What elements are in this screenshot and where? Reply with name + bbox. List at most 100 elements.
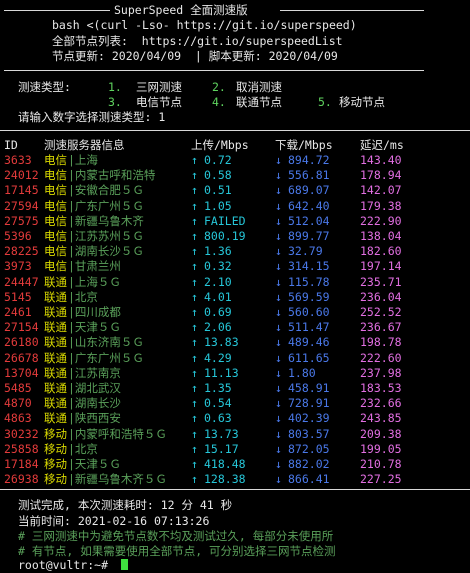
menu-option-number: 2.	[212, 80, 226, 94]
row-upload: 13.83	[204, 335, 239, 349]
row-download: 899.77	[288, 229, 330, 243]
upload-arrow-icon: ↑	[191, 366, 198, 380]
upload-arrow-icon: ↑	[191, 290, 198, 304]
row-latency: 243.85	[360, 411, 402, 425]
row-id: 4870	[4, 396, 32, 410]
row-isp: 电信	[44, 153, 67, 167]
row-id: 26938	[4, 472, 39, 486]
title-rule: SuperSpeed 全面测速版	[4, 3, 424, 18]
header-latency: 延迟/ms	[360, 138, 404, 152]
row-isp: 移动	[44, 442, 67, 456]
current-time: 当前时间: 2021-02-16 07:13:26	[18, 514, 210, 528]
divider	[4, 70, 424, 71]
download-arrow-icon: ↓	[275, 229, 282, 243]
row-latency: 210.78	[360, 457, 402, 471]
download-arrow-icon: ↓	[275, 244, 282, 258]
row-id: 2461	[4, 305, 32, 319]
upload-arrow-icon: ↑	[191, 411, 198, 425]
download-arrow-icon: ↓	[275, 442, 282, 456]
node-list-line: 全部节点列表: https://git.io/superspeedList	[52, 34, 343, 48]
row-isp: 联通	[44, 335, 67, 349]
row-isp: 联通	[44, 305, 67, 319]
row-latency: 222.60	[360, 351, 402, 365]
row-upload: 0.58	[204, 168, 232, 182]
row-id: 24447	[4, 275, 39, 289]
row-isp: 联通	[44, 366, 67, 380]
row-location: |北京	[68, 290, 98, 304]
row-upload: 15.17	[204, 442, 239, 456]
upload-arrow-icon: ↑	[191, 214, 198, 228]
row-isp: 联通	[44, 396, 67, 410]
upload-arrow-icon: ↑	[191, 457, 198, 471]
row-upload: 4.29	[204, 351, 232, 365]
upload-arrow-icon: ↑	[191, 442, 198, 456]
row-upload: 1.36	[204, 244, 232, 258]
cursor-block	[121, 559, 128, 570]
upload-arrow-icon: ↑	[191, 244, 198, 258]
row-download: 511.47	[288, 320, 330, 334]
row-download: 803.57	[288, 427, 330, 441]
download-arrow-icon: ↓	[275, 381, 282, 395]
row-download: 866.41	[288, 472, 330, 486]
row-isp: 移动	[44, 472, 67, 486]
menu-label: 测速类型:	[18, 80, 71, 94]
row-upload: 1.35	[204, 381, 232, 395]
comment-note: # 三网测速中为避免节点数不均及测试过久, 每部分未使用所	[18, 529, 334, 543]
row-download: 872.05	[288, 442, 330, 456]
row-location: |新疆乌鲁木齐５Ｇ	[68, 472, 167, 486]
shell-prompt[interactable]: root@vultr:~#	[18, 558, 108, 573]
row-upload: 0.51	[204, 183, 232, 197]
download-arrow-icon: ↓	[275, 427, 282, 441]
menu-option-number: 3.	[108, 95, 122, 109]
update-line: 节点更新: 2020/04/09 | 脚本更新: 2020/04/09	[52, 49, 338, 63]
row-id: 28225	[4, 244, 39, 258]
row-id: 27575	[4, 214, 39, 228]
row-latency: 178.94	[360, 168, 402, 182]
row-location: |上海５Ｇ	[68, 275, 121, 289]
row-latency: 237.98	[360, 366, 402, 380]
input-prompt[interactable]: 请输入数字选择测速类型: 1	[18, 110, 165, 125]
row-location: |江苏苏州５Ｇ	[68, 229, 144, 243]
download-arrow-icon: ↓	[275, 335, 282, 349]
row-id: 4863	[4, 411, 32, 425]
row-upload: 0.63	[204, 411, 232, 425]
row-download: 489.46	[288, 335, 330, 349]
terminal-window[interactable]: SuperSpeed 全面测速版 bash <(curl -Lso- https…	[0, 0, 470, 572]
row-location: |新疆乌鲁木齐	[68, 214, 144, 228]
row-id: 5485	[4, 381, 32, 395]
row-latency: 232.66	[360, 396, 402, 410]
row-location: |湖北武汉	[68, 381, 121, 395]
download-arrow-icon: ↓	[275, 183, 282, 197]
row-id: 24012	[4, 168, 39, 182]
row-download: 115.78	[288, 275, 330, 289]
row-isp: 联通	[44, 290, 67, 304]
row-upload: 0.32	[204, 259, 232, 273]
download-arrow-icon: ↓	[275, 290, 282, 304]
row-latency: 182.60	[360, 244, 402, 258]
upload-arrow-icon: ↑	[191, 427, 198, 441]
row-upload: 13.73	[204, 427, 239, 441]
download-arrow-icon: ↓	[275, 259, 282, 273]
row-id: 5145	[4, 290, 32, 304]
upload-arrow-icon: ↑	[191, 168, 198, 182]
download-arrow-icon: ↓	[275, 396, 282, 410]
menu-option-cancel: 取消测速	[236, 80, 282, 94]
command-line: bash <(curl -Lso- https://git.io/supersp…	[52, 18, 357, 32]
upload-arrow-icon: ↑	[191, 183, 198, 197]
upload-arrow-icon: ↑	[191, 351, 198, 365]
row-isp: 联通	[44, 381, 67, 395]
row-isp: 联通	[44, 351, 67, 365]
download-arrow-icon: ↓	[275, 366, 282, 380]
download-arrow-icon: ↓	[275, 275, 282, 289]
row-download: 569.59	[288, 290, 330, 304]
upload-arrow-icon: ↑	[191, 275, 198, 289]
row-location: |内蒙呼和浩特５Ｇ	[68, 427, 167, 441]
upload-arrow-icon: ↑	[191, 396, 198, 410]
row-upload: FAILED	[204, 214, 246, 228]
row-latency: 179.38	[360, 199, 402, 213]
row-latency: 252.52	[360, 305, 402, 319]
row-isp: 电信	[44, 199, 67, 213]
download-arrow-icon: ↓	[275, 457, 282, 471]
upload-arrow-icon: ↑	[191, 259, 198, 273]
row-isp: 联通	[44, 275, 67, 289]
